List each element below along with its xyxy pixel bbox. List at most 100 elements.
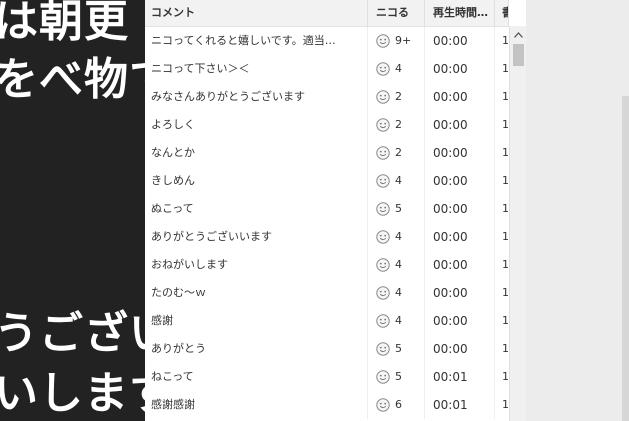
comment-row[interactable]: 感謝 4 00:00 1 [145, 307, 509, 335]
smiley-face-icon[interactable] [376, 34, 390, 48]
video-caption-line: うござい [0, 308, 145, 359]
comment-row[interactable]: よろしく 2 00:00 1 [145, 111, 509, 139]
comment-text: たのむ〜ｗ [145, 279, 368, 307]
niko-cell[interactable]: 4 [368, 55, 425, 83]
comment-text: 感謝 [145, 307, 368, 335]
comment-text: 感謝感謝 [145, 391, 368, 419]
write-count: 1 [502, 62, 509, 75]
write-count: 1 [502, 146, 509, 159]
playback-time: 00:00 [425, 111, 495, 139]
column-header-time[interactable]: 再生時間… [425, 0, 495, 26]
niko-count: 9+ [395, 34, 412, 47]
smiley-face-icon[interactable] [376, 258, 390, 272]
column-header-write[interactable]: 書込 [495, 0, 509, 26]
scrollbar-thumb[interactable] [513, 44, 524, 66]
niko-cell[interactable]: 2 [368, 139, 425, 167]
write-count: 1 [502, 258, 509, 271]
playback-time: 00:00 [425, 279, 495, 307]
column-header-niko[interactable]: ニコる [368, 0, 425, 26]
playback-time: 00:00 [425, 139, 495, 167]
video-player[interactable]: は朝更 をべ物て うござい いします [0, 0, 145, 421]
playback-time: 00:01 [425, 391, 495, 419]
write-count: 1 [502, 286, 509, 299]
niko-cell[interactable]: 5 [368, 195, 425, 223]
chevron-up-icon[interactable] [510, 28, 526, 42]
niko-count: 4 [395, 62, 402, 75]
smiley-face-icon[interactable] [376, 90, 390, 104]
comment-row[interactable]: ぬこって 5 00:00 1 [145, 195, 509, 223]
write-count: 1 [502, 342, 509, 355]
comment-row[interactable]: ありがとう 5 00:00 1 [145, 335, 509, 363]
smiley-face-icon[interactable] [376, 62, 390, 76]
niko-count: 4 [395, 286, 402, 299]
write-count: 1 [502, 90, 509, 103]
comment-row[interactable]: ねこって 5 00:01 1 [145, 363, 509, 391]
write-count: 1 [502, 34, 509, 47]
comment-row[interactable]: なんとか 2 00:00 1 [145, 139, 509, 167]
comment-text: みなさんありがとうございます [145, 83, 368, 111]
comment-text: ぬこって [145, 195, 368, 223]
comment-text: きしめん [145, 167, 368, 195]
comment-row[interactable]: おねがいします 4 00:00 1 [145, 251, 509, 279]
smiley-face-icon[interactable] [376, 286, 390, 300]
smiley-face-icon[interactable] [376, 398, 390, 412]
niko-cell[interactable]: 6 [368, 391, 425, 419]
write-count: 1 [502, 314, 509, 327]
gutter-header [526, 0, 629, 26]
comment-row[interactable]: きしめん 4 00:00 1 [145, 167, 509, 195]
smiley-face-icon[interactable] [376, 118, 390, 132]
smiley-face-icon[interactable] [376, 202, 390, 216]
vertical-scrollbar[interactable] [509, 26, 526, 421]
smiley-face-icon[interactable] [376, 146, 390, 160]
niko-cell[interactable]: 4 [368, 167, 425, 195]
video-caption-line: は朝更 [0, 0, 129, 47]
column-header-comment[interactable]: コメント [145, 0, 368, 26]
comment-list-header: コメント ニコる 再生時間… 書込 [145, 0, 509, 27]
niko-cell[interactable]: 5 [368, 363, 425, 391]
smiley-face-icon[interactable] [376, 314, 390, 328]
comment-text: ニコってくれると嬉しいです。適当… [145, 27, 368, 55]
comment-rows: ニコってくれると嬉しいです。適当… 9+ 00:00 1 ニコって下さい＞＜ 4 00:00… [145, 27, 509, 419]
comment-row[interactable]: 感謝感謝 6 00:01 1 [145, 391, 509, 419]
niko-cell[interactable]: 2 [368, 83, 425, 111]
playback-time: 00:00 [425, 223, 495, 251]
write-count: 1 [502, 202, 509, 215]
side-gutter [526, 0, 629, 421]
video-caption-line: いします [0, 368, 145, 419]
playback-time: 00:00 [425, 251, 495, 279]
playback-time: 00:00 [425, 27, 495, 55]
comment-row[interactable]: みなさんありがとうございます 2 00:00 1 [145, 83, 509, 111]
comment-row[interactable]: たのむ〜ｗ 4 00:00 1 [145, 279, 509, 307]
niko-cell[interactable]: 5 [368, 335, 425, 363]
niko-count: 2 [395, 118, 402, 131]
niko-count: 4 [395, 174, 402, 187]
niko-cell[interactable]: 4 [368, 307, 425, 335]
smiley-face-icon[interactable] [376, 174, 390, 188]
smiley-face-icon[interactable] [376, 370, 390, 384]
smiley-face-icon[interactable] [376, 342, 390, 356]
comment-text: なんとか [145, 139, 368, 167]
niko-count: 4 [395, 314, 402, 327]
comment-row[interactable]: ありがとうございいます 4 00:00 1 [145, 223, 509, 251]
comment-row[interactable]: ニコって下さい＞＜ 4 00:00 1 [145, 55, 509, 83]
niko-count: 5 [395, 370, 402, 383]
niko-cell[interactable]: 2 [368, 111, 425, 139]
write-count: 1 [502, 370, 509, 383]
gutter-strip [622, 96, 629, 421]
smiley-face-icon[interactable] [376, 230, 390, 244]
video-caption-line: をべ物て [0, 54, 145, 105]
niko-count: 5 [395, 202, 402, 215]
comment-text: ありがとう [145, 335, 368, 363]
comment-text: よろしく [145, 111, 368, 139]
niko-count: 6 [395, 398, 402, 411]
niko-cell[interactable]: 4 [368, 279, 425, 307]
comment-row[interactable]: ニコってくれると嬉しいです。適当… 9+ 00:00 1 [145, 27, 509, 55]
niko-cell[interactable]: 4 [368, 223, 425, 251]
niko-cell[interactable]: 9+ [368, 27, 425, 55]
write-count: 1 [502, 398, 509, 411]
playback-time: 00:01 [425, 363, 495, 391]
comment-list-panel: コメント ニコる 再生時間… 書込 ニコってくれると嬉しいです。適当… 9+ 00:… [145, 0, 509, 421]
comment-text: ニコって下さい＞＜ [145, 55, 368, 83]
playback-time: 00:00 [425, 335, 495, 363]
niko-cell[interactable]: 4 [368, 251, 425, 279]
